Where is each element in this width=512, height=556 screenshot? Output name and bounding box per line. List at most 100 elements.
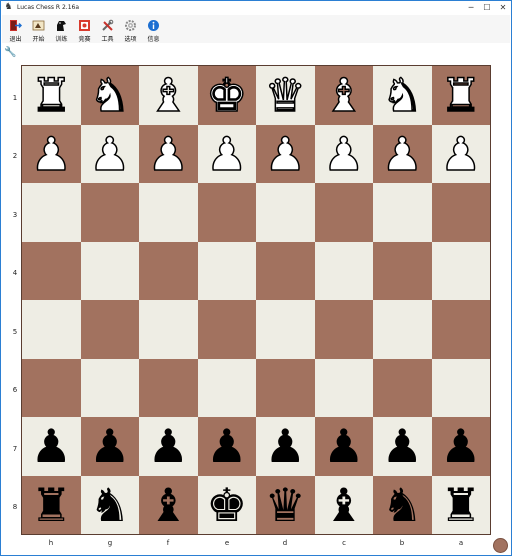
black-piece[interactable]: ♟ bbox=[148, 423, 189, 469]
board-square[interactable]: ♟ bbox=[139, 124, 198, 183]
black-piece[interactable]: ♟ bbox=[89, 423, 130, 469]
board-square[interactable] bbox=[314, 241, 373, 300]
white-piece[interactable]: ♟ bbox=[147, 130, 190, 178]
white-piece[interactable]: ♚ bbox=[205, 72, 248, 120]
white-piece[interactable]: ♛ bbox=[264, 72, 307, 120]
white-piece[interactable]: ♜ bbox=[439, 72, 482, 120]
board-square[interactable] bbox=[373, 183, 432, 242]
board-square[interactable] bbox=[80, 183, 139, 242]
board-square[interactable]: ♟ bbox=[373, 417, 432, 476]
board-square[interactable]: ♟ bbox=[80, 417, 139, 476]
board-square[interactable]: ♞ bbox=[373, 475, 432, 534]
black-piece[interactable]: ♞ bbox=[382, 482, 423, 528]
board-square[interactable] bbox=[314, 183, 373, 242]
board-square[interactable]: ♟ bbox=[197, 124, 256, 183]
black-piece[interactable]: ♝ bbox=[148, 482, 189, 528]
board-square[interactable] bbox=[431, 358, 490, 417]
board-square[interactable]: ♜ bbox=[22, 66, 81, 125]
board-square[interactable] bbox=[197, 241, 256, 300]
white-piece[interactable]: ♞ bbox=[88, 72, 131, 120]
board-square[interactable]: ♚ bbox=[197, 475, 256, 534]
board-square[interactable] bbox=[80, 300, 139, 359]
board-square[interactable] bbox=[139, 358, 198, 417]
board-square[interactable]: ♟ bbox=[431, 417, 490, 476]
white-piece[interactable]: ♞ bbox=[381, 72, 424, 120]
white-piece[interactable]: ♟ bbox=[30, 130, 73, 178]
white-piece[interactable]: ♟ bbox=[439, 130, 482, 178]
board-square[interactable]: ♜ bbox=[431, 66, 490, 125]
board-square[interactable]: ♟ bbox=[256, 124, 315, 183]
board-square[interactable]: ♝ bbox=[139, 475, 198, 534]
quit-button[interactable]: 退出 bbox=[4, 15, 27, 43]
black-piece[interactable]: ♚ bbox=[206, 482, 247, 528]
black-piece[interactable]: ♞ bbox=[89, 482, 130, 528]
board-square[interactable]: ♚ bbox=[197, 66, 256, 125]
compete-button[interactable]: 竞赛 bbox=[73, 15, 96, 43]
board-square[interactable]: ♝ bbox=[314, 66, 373, 125]
board-square[interactable] bbox=[22, 241, 81, 300]
black-piece[interactable]: ♟ bbox=[440, 423, 481, 469]
board-square[interactable]: ♟ bbox=[314, 124, 373, 183]
white-piece[interactable]: ♟ bbox=[381, 130, 424, 178]
black-piece[interactable]: ♟ bbox=[265, 423, 306, 469]
board-square[interactable] bbox=[197, 183, 256, 242]
board-square[interactable] bbox=[80, 358, 139, 417]
black-piece[interactable]: ♜ bbox=[31, 482, 72, 528]
board-config-wrench-icon[interactable]: 🔧 bbox=[4, 47, 16, 59]
board-square[interactable] bbox=[22, 358, 81, 417]
white-piece[interactable]: ♟ bbox=[264, 130, 307, 178]
board-square[interactable]: ♞ bbox=[80, 66, 139, 125]
board-square[interactable] bbox=[197, 300, 256, 359]
board-square[interactable]: ♟ bbox=[22, 124, 81, 183]
board-square[interactable]: ♛ bbox=[256, 475, 315, 534]
chess-board[interactable]: ♜ ♞ ♝ ♚ ♛ ♝ ♞ ♜ ♟ ♟ ♟ ♟ ♟ ♟ ♟ ♟ ♟ ♟ ♟ ♟ ♟ ♟ ♟ ♟ ♜ ♞ ♝ ♚ ♛ ♝ ♞ ♜ bbox=[22, 66, 490, 534]
board-square[interactable]: ♟ bbox=[373, 124, 432, 183]
board-square[interactable] bbox=[256, 241, 315, 300]
black-piece[interactable]: ♛ bbox=[265, 482, 306, 528]
board-square[interactable] bbox=[431, 300, 490, 359]
board-square[interactable]: ♟ bbox=[80, 124, 139, 183]
board-square[interactable] bbox=[256, 358, 315, 417]
board-square[interactable] bbox=[431, 183, 490, 242]
board-square[interactable] bbox=[314, 300, 373, 359]
board-square[interactable]: ♟ bbox=[256, 417, 315, 476]
board-square[interactable] bbox=[373, 241, 432, 300]
board-square[interactable] bbox=[373, 300, 432, 359]
board-square[interactable]: ♜ bbox=[22, 475, 81, 534]
white-piece[interactable]: ♝ bbox=[322, 72, 365, 120]
black-piece[interactable]: ♟ bbox=[382, 423, 423, 469]
minimize-button[interactable]: ─ bbox=[463, 1, 479, 14]
board-square[interactable] bbox=[139, 241, 198, 300]
play-button[interactable]: 开始 bbox=[27, 15, 50, 43]
white-piece[interactable]: ♟ bbox=[322, 130, 365, 178]
board-square[interactable]: ♟ bbox=[314, 417, 373, 476]
board-square[interactable] bbox=[139, 300, 198, 359]
board-square[interactable] bbox=[256, 300, 315, 359]
board-square[interactable] bbox=[256, 183, 315, 242]
black-piece[interactable]: ♟ bbox=[31, 423, 72, 469]
board-square[interactable]: ♝ bbox=[314, 475, 373, 534]
white-piece[interactable]: ♝ bbox=[147, 72, 190, 120]
board-square[interactable] bbox=[139, 183, 198, 242]
board-square[interactable] bbox=[22, 183, 81, 242]
board-square[interactable]: ♟ bbox=[197, 417, 256, 476]
board-square[interactable]: ♝ bbox=[139, 66, 198, 125]
board-square[interactable] bbox=[197, 358, 256, 417]
white-piece[interactable]: ♟ bbox=[205, 130, 248, 178]
white-piece[interactable]: ♜ bbox=[30, 72, 73, 120]
board-square[interactable]: ♛ bbox=[256, 66, 315, 125]
board-square[interactable]: ♞ bbox=[80, 475, 139, 534]
board-square[interactable] bbox=[22, 300, 81, 359]
options-button[interactable]: 选项 bbox=[119, 15, 142, 43]
train-button[interactable]: 训练 bbox=[50, 15, 73, 43]
board-square[interactable]: ♟ bbox=[139, 417, 198, 476]
board-square[interactable] bbox=[80, 241, 139, 300]
board-square[interactable]: ♟ bbox=[431, 124, 490, 183]
black-piece[interactable]: ♝ bbox=[323, 482, 364, 528]
maximize-button[interactable]: ☐ bbox=[479, 1, 495, 14]
black-piece[interactable]: ♟ bbox=[323, 423, 364, 469]
black-piece[interactable]: ♜ bbox=[440, 482, 481, 528]
info-button[interactable]: 信息 bbox=[142, 15, 165, 43]
tools-button[interactable]: 工具 bbox=[96, 15, 119, 43]
board-square[interactable]: ♜ bbox=[431, 475, 490, 534]
